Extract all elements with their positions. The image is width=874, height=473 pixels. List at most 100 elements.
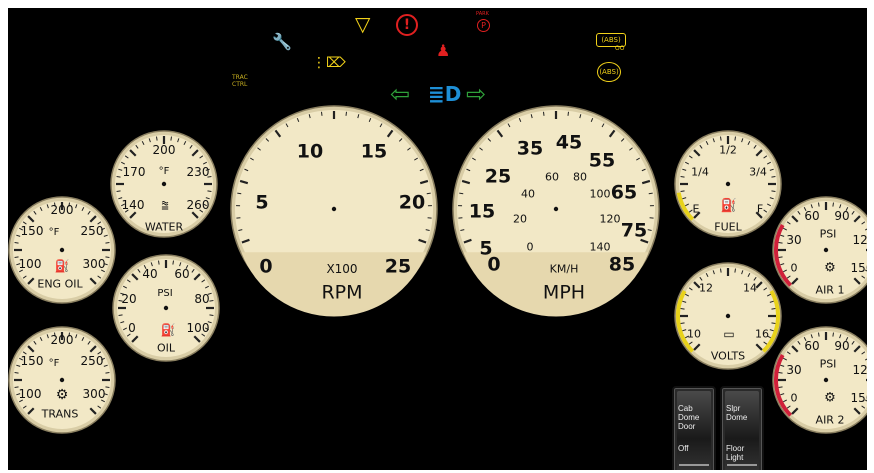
fuel-tick-quarter: 1/4 (691, 165, 709, 179)
volts-tick-10: 10 (687, 327, 701, 341)
parking-brake-icon: P (477, 19, 490, 32)
water-temp-gauge: 140 170 200 230 260 °F ⩰ WATER (110, 130, 218, 238)
kmh-label: KM/H (549, 262, 579, 276)
trans-unit: °F (48, 358, 60, 369)
tick-mark (771, 307, 776, 310)
air2-tick-60: 60 (804, 339, 820, 353)
water-tick-170: 170 (122, 165, 146, 179)
gear-icon: ⚙ (55, 387, 69, 403)
rpm-tick-5: 5 (255, 191, 269, 214)
needle-pivot (823, 377, 829, 383)
tick-mark (209, 314, 214, 317)
switch-indicator (679, 464, 709, 466)
tick-mark (14, 371, 19, 374)
eng-oil-tick-250: 250 (80, 224, 104, 238)
battery-icon: ▭ (723, 327, 735, 341)
oil-unit: PSI (157, 288, 173, 299)
seatbelt-icon: ♟ (436, 41, 451, 60)
tick-mark (771, 190, 776, 193)
eng-oil-tick-100: 100 (18, 257, 42, 271)
tick-mark (320, 111, 323, 116)
cab-dome-door-switch[interactable]: Cab Dome Door Off (672, 386, 716, 470)
tick-mark (209, 299, 214, 302)
tick-mark (680, 322, 685, 325)
air1-tick-60: 60 (804, 209, 820, 223)
tick-mark (567, 111, 570, 116)
air2-tick-90: 90 (834, 339, 850, 353)
fuel-label: FUEL (714, 220, 742, 234)
trans-tick-100: 100 (18, 387, 42, 401)
oil-can-icon: ⛽ (54, 259, 70, 273)
slpr-dome-floor-light-switch[interactable]: Slpr Dome Floor Light (720, 386, 764, 470)
eng-oil-tick-150: 150 (20, 224, 44, 238)
mph-tick-75: 75 (620, 219, 648, 242)
tick-mark (778, 256, 783, 259)
high-beam-icon: ≣D (428, 82, 462, 106)
volts-label: VOLTS (710, 349, 746, 363)
mph-tick-25: 25 (484, 165, 512, 188)
water-unit: °F (158, 166, 170, 177)
mph-tick-55: 55 (588, 149, 616, 172)
tick-mark (832, 332, 835, 337)
mph-tick-35: 35 (516, 137, 544, 160)
fuel-tick-half: 1/2 (719, 143, 737, 157)
oil-pressure-gauge: 0 20 40 60 80 100 PSI ⛽ OIL (112, 254, 220, 362)
mph-tick-65: 65 (610, 181, 638, 204)
needle-pivot (725, 181, 731, 187)
tick-mark (172, 260, 175, 265)
transmission-temp-gauge: 100 150 200 250 300 °F ⚙ TRANS (8, 326, 116, 434)
tick-mark (778, 241, 783, 244)
tick-mark (105, 386, 110, 389)
eng-oil-tick-300: 300 (82, 257, 106, 271)
volts-tick-14: 14 (743, 281, 757, 295)
air1-tick-120: 120 (852, 233, 867, 247)
water-label: WATER (144, 220, 184, 234)
air1-tick-30: 30 (786, 233, 802, 247)
cab-switch-bottom-label: Off (678, 444, 689, 453)
needle-pivot (59, 377, 65, 383)
needle-pivot (59, 247, 65, 253)
needle-pivot (331, 206, 337, 212)
instrument-panel: 🔧 ▽ ! PARK P ♟ ⋮⌦ TRAC CTRL (ABS) OO (AB… (8, 8, 867, 470)
turn-right-icon: ⇨ (466, 80, 487, 108)
tick-mark (426, 192, 431, 195)
parking-brake-label: PARK (476, 11, 489, 17)
abs-icon: (ABS) (597, 62, 621, 82)
rpm-multiplier: X100 (326, 262, 358, 276)
wrench-icon: 🔧 (272, 32, 292, 51)
tick-mark (648, 192, 653, 195)
needle-pivot (823, 247, 829, 253)
tick-mark (680, 175, 685, 178)
tick-mark (116, 175, 121, 178)
oil-label: OIL (156, 341, 176, 355)
air1-unit: PSI (819, 227, 837, 241)
air2-tick-0: 0 (790, 391, 798, 405)
air2-unit: PSI (819, 357, 837, 371)
eng-oil-label: ENG OIL (37, 277, 83, 291)
water-tick-200: 200 (152, 143, 176, 157)
mph-label: MPH (542, 281, 586, 304)
trac-ctrl-label: TRAC CTRL (232, 74, 248, 88)
water-tick-230: 230 (186, 165, 210, 179)
kmh-tick-140: 140 (589, 240, 611, 254)
switch-indicator (727, 464, 757, 466)
mph-tick-85: 85 (608, 253, 636, 276)
kmh-tick-0: 0 (526, 240, 534, 254)
trans-tick-200: 200 (50, 333, 74, 347)
fuel-tick-f: F (756, 202, 764, 216)
alert-circle-icon: ! (396, 14, 418, 36)
mph-tick-15: 15 (468, 200, 496, 223)
triangle-warning-icon: ▽ (355, 12, 371, 36)
tick-mark (817, 202, 820, 207)
mph-tick-45: 45 (555, 131, 583, 154)
needle-pivot (163, 305, 169, 311)
air2-tick-150: 150 (850, 391, 867, 405)
tick-mark (832, 202, 835, 207)
water-tick-260: 260 (186, 198, 210, 212)
kmh-tick-40: 40 (521, 187, 535, 201)
tick-mark (719, 136, 722, 141)
air1-tick-150: 150 (850, 261, 867, 275)
speedometer-gauge: 0 5 15 25 35 45 55 65 75 85 0 20 40 60 8… (452, 105, 660, 317)
air-tank-icon: ⚙ (824, 260, 836, 276)
mph-tick-5: 5 (479, 237, 493, 260)
